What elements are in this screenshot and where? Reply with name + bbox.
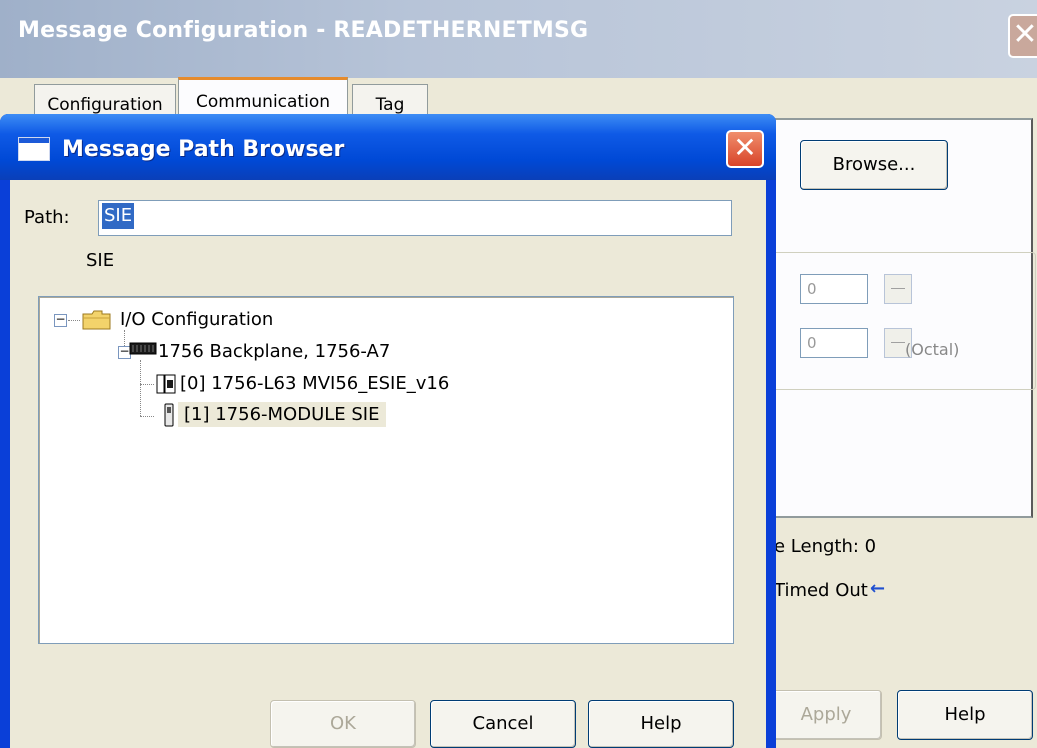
timed-out-arrow-icon: ←: [870, 578, 886, 599]
tree-item-backplane[interactable]: 1756 Backplane, 1756-A7: [158, 341, 390, 362]
path-label: Path:: [24, 207, 70, 228]
tree-collapse-root-icon[interactable]: −: [54, 313, 67, 327]
channel-spinner-arrows[interactable]: [884, 274, 912, 304]
tree-item-slot-0[interactable]: [0] 1756-L63 MVI56_ESIE_v16: [180, 373, 449, 394]
length-label: e Length: 0: [774, 536, 877, 557]
generic-module-icon: [162, 402, 176, 428]
path-input-value: SIE: [102, 203, 135, 229]
ok-button[interactable]: OK: [270, 700, 416, 748]
path-input[interactable]: [98, 200, 732, 236]
outer-close-icon[interactable]: ✕: [1008, 14, 1037, 58]
connection-group-box: [772, 252, 1036, 390]
tree-connector: [140, 384, 154, 385]
path-browser-close-icon[interactable]: ✕: [726, 130, 764, 168]
tree-connector: [140, 416, 154, 417]
outer-help-button[interactable]: Help: [897, 690, 1033, 740]
octal-label: (Octal): [905, 340, 960, 359]
outer-dialog-title: Message Configuration - READETHERNETMSG: [18, 18, 589, 43]
backplane-icon: [114, 340, 158, 358]
tree-connector: [140, 360, 141, 416]
tree-item-io-configuration[interactable]: I/O Configuration: [120, 309, 273, 330]
tree-connector: [68, 320, 80, 321]
tree-item-slot-1[interactable]: [1] 1756-MODULE SIE: [178, 402, 386, 427]
apply-button[interactable]: Apply: [770, 690, 882, 740]
browse-button[interactable]: Browse...: [800, 140, 948, 190]
cancel-button[interactable]: Cancel: [430, 700, 576, 748]
path-browser-help-button[interactable]: Help: [588, 700, 734, 748]
window-icon: [18, 137, 50, 161]
resolved-path-text: SIE: [86, 250, 115, 271]
folder-icon: [82, 310, 112, 330]
path-browser-title: Message Path Browser: [62, 137, 345, 162]
timed-out-label: Timed Out: [774, 580, 868, 601]
slot-spinner-input[interactable]: 0: [800, 328, 868, 358]
channel-spinner-input[interactable]: 0: [800, 274, 868, 304]
controller-module-icon: [156, 373, 176, 395]
